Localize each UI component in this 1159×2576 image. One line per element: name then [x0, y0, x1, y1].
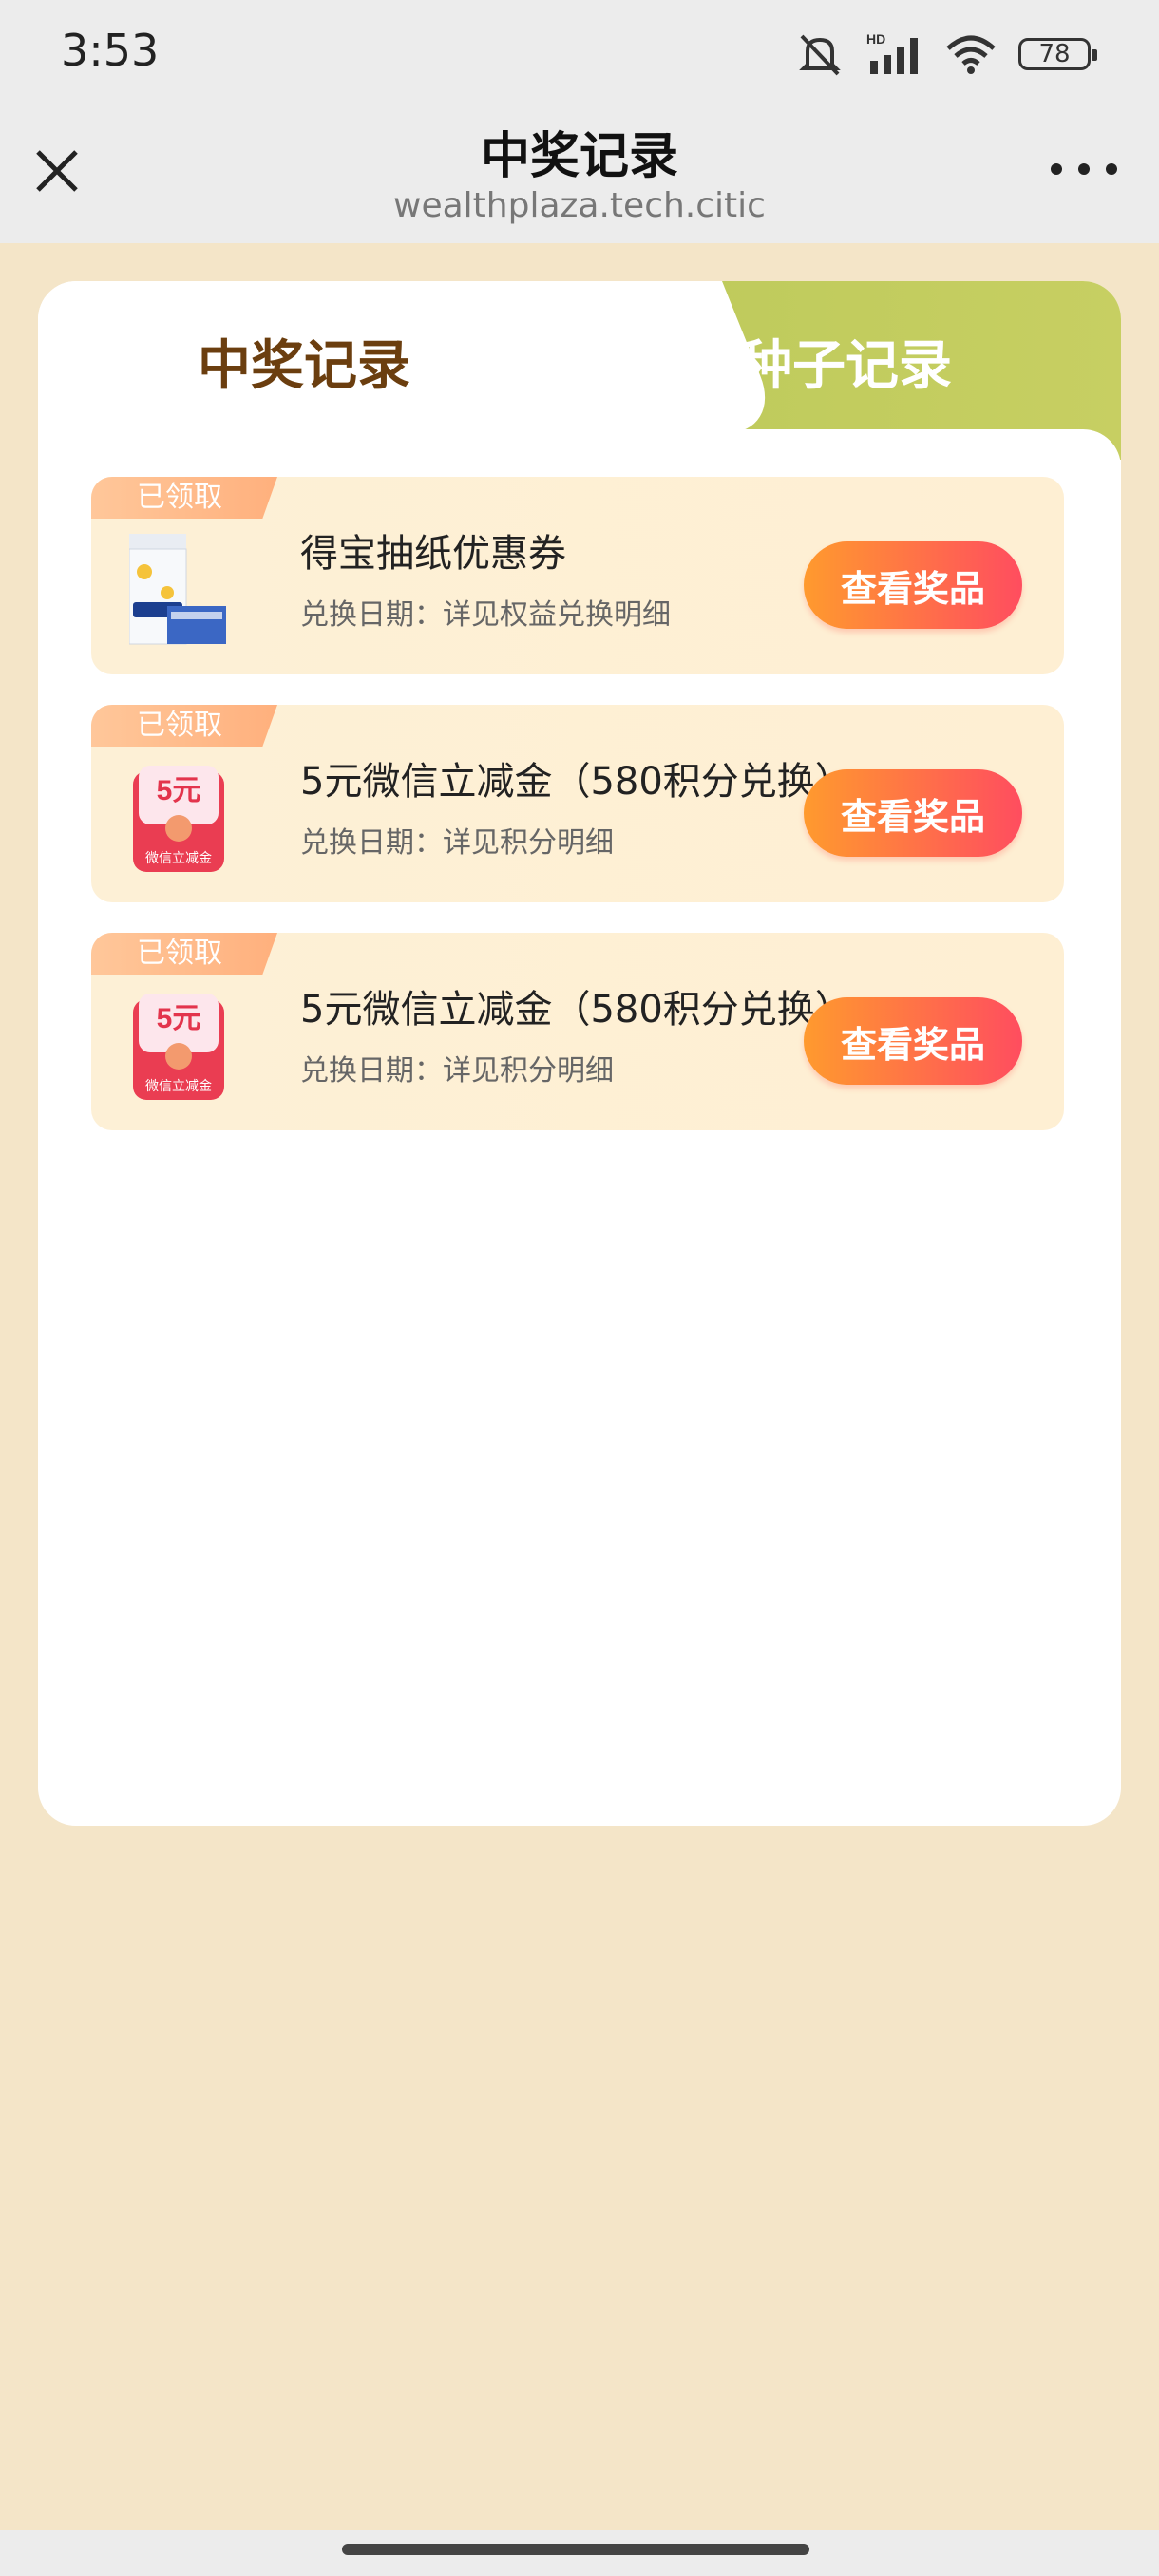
records-card: 中奖记录 种子记录 已领取 得宝抽纸优惠券 兑换日期：详见权益兑换明细 查看奖品…	[38, 281, 1121, 1826]
claimed-badge: 已领取	[91, 477, 277, 519]
view-prize-button[interactable]: 查看奖品	[804, 997, 1022, 1085]
more-dot-icon	[1078, 163, 1090, 175]
record-item: 已领取 5元 微信立减金 5元微信立减金（580积分兑换） 兑换日期：详见积分明…	[91, 705, 1064, 902]
record-title: 5元微信立减金（580积分兑换）	[300, 988, 853, 1032]
more-options-button[interactable]	[1051, 158, 1117, 180]
record-subtitle: 兑换日期：详见积分明细	[300, 826, 614, 860]
page-url: wealthplaza.tech.citic	[393, 186, 766, 225]
more-dot-icon	[1106, 163, 1117, 175]
battery-level: 78	[1038, 40, 1071, 68]
view-prize-button[interactable]: 查看奖品	[804, 769, 1022, 857]
claimed-badge: 已领取	[91, 705, 277, 747]
claimed-badge: 已领取	[91, 933, 277, 975]
status-icons: HD 78	[794, 30, 1097, 78]
record-subtitle: 兑换日期：详见积分明细	[300, 1054, 614, 1088]
signal-icon: HD	[866, 32, 918, 74]
envelope-caption: 微信立减金	[145, 851, 212, 866]
tissue-pack-image	[129, 534, 226, 645]
record-subtitle: 兑换日期：详见权益兑换明细	[300, 598, 671, 632]
wifi-icon	[946, 35, 996, 74]
record-item: 已领取 得宝抽纸优惠券 兑换日期：详见权益兑换明细 查看奖品	[91, 477, 1064, 674]
red-envelope-image: 5元 微信立减金	[133, 994, 224, 1100]
battery-indicator: 78	[1018, 38, 1097, 70]
record-item: 已领取 5元 微信立减金 5元微信立减金（580积分兑换） 兑换日期：详见积分明…	[91, 933, 1064, 1130]
network-label: HD	[866, 32, 885, 47]
envelope-caption: 微信立减金	[145, 1079, 212, 1094]
page-title: 中奖记录	[480, 128, 678, 185]
status-time: 3:53	[61, 25, 160, 76]
top-bar: 3:53 HD 78 中奖记录 wealthplaza.tech.citic	[0, 0, 1159, 243]
envelope-amount: 5元	[157, 1003, 201, 1034]
envelope-amount: 5元	[157, 775, 201, 806]
more-dot-icon	[1051, 163, 1062, 175]
home-indicator[interactable]	[342, 2544, 809, 2555]
red-envelope-image: 5元 微信立减金	[133, 766, 224, 872]
records-list: 已领取 得宝抽纸优惠券 兑换日期：详见权益兑换明细 查看奖品 已领取 5元 微信…	[91, 477, 1064, 1161]
view-prize-button[interactable]: 查看奖品	[804, 541, 1022, 629]
record-title: 得宝抽纸优惠券	[300, 532, 566, 576]
tab-prize-records-label[interactable]: 中奖记录	[38, 323, 570, 400]
tab-seed-records-label[interactable]: 种子记录	[570, 323, 1121, 400]
mute-icon	[799, 34, 841, 76]
record-title: 5元微信立减金（580积分兑换）	[300, 760, 853, 804]
